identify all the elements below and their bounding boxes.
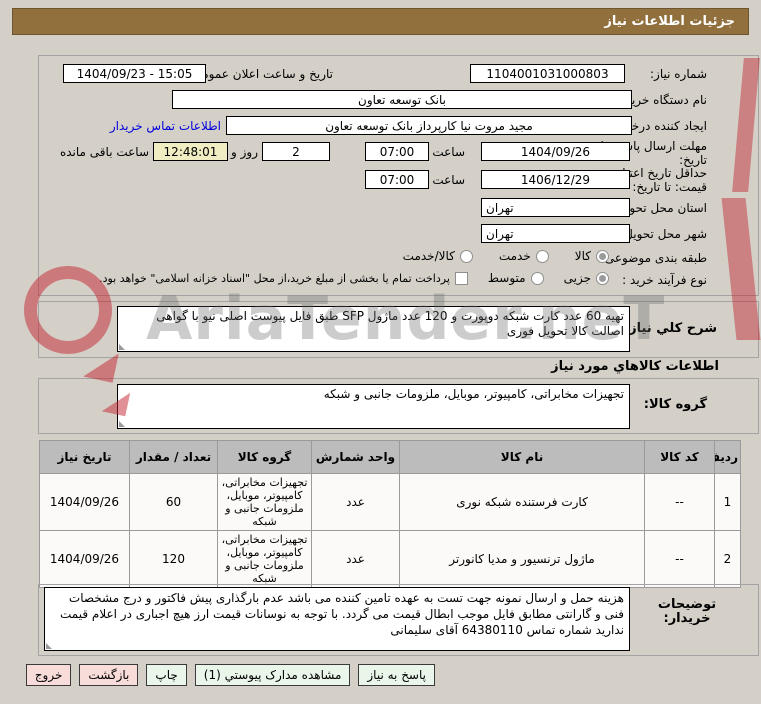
cell-item-name: ماژول ترنسیور و مدیا کانورتر [399,530,645,588]
items-table-header-row: ردیف کد کالا نام کالا واحد شمارش گروه کا… [39,440,741,474]
remaining-days-field[interactable]: 2 [262,142,330,161]
buyer-notes-textarea[interactable]: هزینه حمل و ارسال نمونه جهت تست به عهده … [44,587,630,651]
goods-group-label: گروه کالا: [643,397,707,412]
print-button[interactable]: چاپ [146,664,187,686]
reply-deadline-hour-field[interactable]: 07:00 [365,142,429,161]
cell-need-date: 1404/09/26 [39,473,130,531]
cell-item-group: تجهیزات مخابراتی، کامپیوتر، موبایل، ملزو… [217,473,312,531]
purchase-process-options: جزیی متوسط پرداخت تمام یا بخشی از مبلغ خ… [99,271,609,285]
radio-minor-icon[interactable] [596,271,609,285]
process-option-medium-label: متوسط [487,271,526,285]
subject-option-goods-label: کالا [574,249,591,263]
remaining-days-label: روز و [231,145,258,159]
table-row: 1 -- کارت فرستنده شبکه نوری عدد تجهیزات … [39,473,741,531]
subject-option-service[interactable]: خدمت [499,249,549,263]
radio-medium-icon[interactable] [530,271,544,285]
treasury-checkbox-option[interactable]: پرداخت تمام یا بخشی از مبلغ خرید،از محل … [99,271,468,285]
goods-section-title: اطلاعات کالاهاي مورد نیاز [551,359,719,374]
cell-unit: عدد [311,473,400,531]
cell-item-group: تجهیزات مخابراتی، کامپیوتر، موبایل، ملزو… [217,530,312,588]
col-item-code: کد کالا [644,440,715,474]
exit-button[interactable]: خروج [25,664,72,686]
subject-option-goods-service-label: کالا/خدمت [402,249,455,263]
buyer-contact-link[interactable]: اطلاعات تماس خریدار [110,119,221,133]
col-item-name: نام کالا [399,440,645,474]
process-option-medium[interactable]: متوسط [488,271,544,285]
cell-row-number: 1 [714,473,741,531]
subject-class-options: کالا خدمت کالا/خدمت [403,249,609,263]
treasury-checkbox-icon[interactable] [454,271,468,285]
cell-quantity: 120 [129,530,218,588]
buyer-notes-label: توضیحات خریدار: [657,597,717,626]
city-label: شهر محل تحویل: [620,227,707,241]
process-option-minor[interactable]: جزیی [564,271,609,285]
process-option-minor-label: جزیی [563,271,591,285]
province-field[interactable]: تهران [481,198,630,217]
view-attachments-button[interactable]: مشاهده مدارک پیوستي (1) [194,664,351,686]
subject-option-goods-service[interactable]: کالا/خدمت [403,249,473,263]
reply-to-need-button[interactable]: پاسخ به نیاز [358,664,435,686]
col-quantity: تعداد / مقدار [129,440,218,474]
radio-goods-icon[interactable] [596,249,609,263]
general-need-textarea[interactable]: تهیه 60 عدد کارت شبکه دوپورت و 120 عدد م… [117,306,630,352]
need-number-label: شماره نیاز: [650,67,707,81]
validity-hour-label: ساعت [432,173,465,187]
subject-class-label: طبقه بندی موضوعی: [600,251,707,265]
col-need-date: تاریخ نیاز [39,440,130,474]
treasury-checkbox-label: پرداخت تمام یا بخشی از مبلغ خرید،از محل … [99,271,450,285]
goods-group-textarea[interactable]: تجهیزات مخابراتی، کامپیوتر، موبایل، ملزو… [117,384,630,429]
deadline-hour-label: ساعت [432,145,465,159]
subject-option-goods[interactable]: کالا [575,249,609,263]
remaining-time-label: ساعت باقی مانده [59,145,149,159]
radio-service-icon[interactable] [535,249,549,263]
request-creator-field[interactable]: مجید مروت نیا کارپرداز بانک توسعه تعاون [226,116,632,135]
cell-need-date: 1404/09/26 [39,530,130,588]
buyer-org-field[interactable]: بانک توسعه تعاون [172,90,632,109]
back-button[interactable]: بازگشت [79,664,139,686]
col-unit: واحد شمارش [311,440,400,474]
table-row: 2 -- ماژول ترنسیور و مدیا کانورتر عدد تج… [39,530,741,588]
page-title: جزئیات اطلاعات نیاز [12,8,749,35]
purchase-process-label: نوع فرآیند خرید : [622,273,707,287]
items-table: ردیف کد کالا نام کالا واحد شمارش گروه کا… [39,440,741,588]
city-field[interactable]: تهران [481,224,630,243]
announce-datetime-label: تاریخ و ساعت اعلان عمومی: [188,67,333,81]
action-buttons: پاسخ به نیاز مشاهده مدارک پیوستي (1) چاپ… [25,664,435,686]
cell-item-code: -- [644,473,715,531]
cell-unit: عدد [311,530,400,588]
reply-deadline-date-field[interactable]: 1404/09/26 [481,142,630,161]
general-need-label: شرح کلي نیاز: [623,321,717,336]
cell-item-code: -- [644,530,715,588]
price-validity-hour-field[interactable]: 07:00 [365,170,429,189]
price-validity-date-field[interactable]: 1406/12/29 [481,170,630,189]
page-title-text: جزئیات اطلاعات نیاز [604,14,735,29]
announce-datetime-field[interactable]: 1404/09/23 - 15:05 [63,64,206,83]
need-number-field[interactable]: 1104001031000803 [470,64,625,83]
cell-row-number: 2 [714,530,741,588]
cell-item-name: کارت فرستنده شبکه نوری [399,473,645,531]
col-row-number: ردیف [714,440,741,474]
col-item-group: گروه کالا [217,440,312,474]
cell-quantity: 60 [129,473,218,531]
radio-goods-service-icon[interactable] [459,249,473,263]
remaining-time-field[interactable]: 12:48:01 [153,142,228,161]
subject-option-service-label: خدمت [498,249,531,263]
